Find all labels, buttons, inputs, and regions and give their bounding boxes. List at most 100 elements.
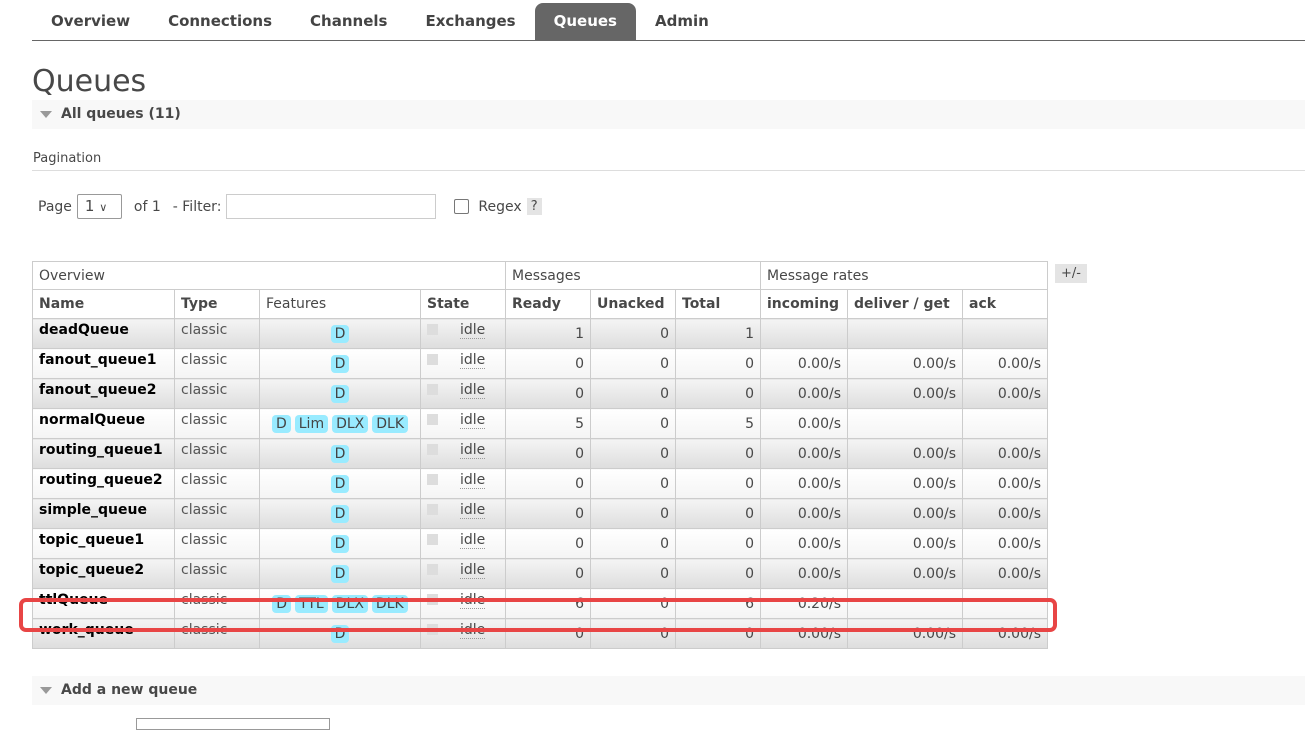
queue-name-link[interactable]: deadQueue	[32, 318, 175, 349]
ack-rate: 0.00/s	[962, 378, 1048, 409]
ack-rate	[962, 408, 1048, 439]
deliver-get-rate: 0.00/s	[847, 468, 963, 499]
ack-rate: 0.00/s	[962, 528, 1048, 559]
tab-queues[interactable]: Queues	[534, 3, 636, 40]
unacked-count: 0	[590, 378, 676, 409]
ready-count: 1	[505, 318, 591, 349]
deliver-get-rate: 0.00/s	[847, 558, 963, 589]
tab-channels[interactable]: Channels	[291, 3, 406, 40]
ready-count: 5	[505, 408, 591, 439]
col-total[interactable]: Total	[675, 289, 761, 319]
ready-count: 0	[505, 468, 591, 499]
state-indicator-icon	[427, 324, 438, 335]
incoming-rate: 0.00/s	[760, 408, 848, 439]
new-queue-type-select[interactable]	[136, 718, 330, 730]
unacked-count: 0	[590, 498, 676, 529]
total-count: 0	[675, 528, 761, 559]
queue-features: D	[259, 498, 421, 529]
incoming-rate: 0.00/s	[760, 438, 848, 469]
feature-badge: D	[330, 384, 350, 403]
state-label: idle	[460, 562, 486, 579]
group-messages: Messages	[505, 261, 761, 290]
queue-name-link[interactable]: simple_queue	[32, 498, 175, 529]
ack-rate: 0.00/s	[962, 468, 1048, 499]
table-row: fanout_queue1 classic D idle 0 0 0 0.00/…	[32, 348, 1048, 379]
queue-name-link[interactable]: normalQueue	[32, 408, 175, 439]
queue-type: classic	[174, 408, 260, 439]
regex-checkbox[interactable]	[454, 199, 470, 214]
incoming-rate: 0.00/s	[760, 378, 848, 409]
total-count: 0	[675, 438, 761, 469]
add-queue-toggle[interactable]: Add a new queue	[32, 676, 1305, 705]
col-type[interactable]: Type	[174, 289, 260, 319]
deliver-get-rate	[847, 408, 963, 439]
queue-type: classic	[174, 558, 260, 589]
table-row: simple_queue classic D idle 0 0 0 0.00/s…	[32, 498, 1048, 529]
tab-connections[interactable]: Connections	[149, 3, 291, 40]
column-toggle-button[interactable]: +/-	[1055, 264, 1087, 283]
feature-badge: D	[330, 324, 350, 343]
queue-features: D	[259, 468, 421, 499]
tab-overview[interactable]: Overview	[32, 3, 149, 40]
regex-help-button[interactable]: ?	[526, 198, 542, 215]
ack-rate: 0.00/s	[962, 558, 1048, 589]
feature-badge: DLK	[372, 414, 409, 433]
all-queues-toggle[interactable]: All queues (11)	[32, 100, 1305, 129]
state-label: idle	[460, 472, 486, 489]
total-count: 1	[675, 318, 761, 349]
tab-admin[interactable]: Admin	[636, 3, 728, 40]
incoming-rate: 0.00/s	[760, 348, 848, 379]
unacked-count: 0	[590, 528, 676, 559]
col-deliver-get[interactable]: deliver / get	[847, 289, 963, 319]
queue-name-link[interactable]: topic_queue2	[32, 558, 175, 589]
page-select[interactable]: 1 ∨	[76, 194, 122, 219]
unacked-count: 0	[590, 558, 676, 589]
highlight-box	[19, 598, 1057, 632]
filter-label: - Filter:	[172, 198, 222, 215]
queue-type: classic	[174, 468, 260, 499]
deliver-get-rate: 0.00/s	[847, 528, 963, 559]
unacked-count: 0	[590, 438, 676, 469]
state-label: idle	[460, 532, 486, 549]
total-count: 0	[675, 468, 761, 499]
state-indicator-icon	[427, 354, 438, 365]
regex-label: Regex	[478, 198, 522, 215]
queue-name-link[interactable]: routing_queue1	[32, 438, 175, 469]
page-label: Page	[38, 198, 72, 215]
queue-name-link[interactable]: fanout_queue1	[32, 348, 175, 379]
queue-state: idle	[420, 408, 506, 439]
col-ack[interactable]: ack	[962, 289, 1048, 319]
col-unacked[interactable]: Unacked	[590, 289, 676, 319]
filter-input[interactable]	[226, 194, 437, 219]
queue-type: classic	[174, 348, 260, 379]
total-count: 0	[675, 498, 761, 529]
table-row: topic_queue2 classic D idle 0 0 0 0.00/s…	[32, 558, 1048, 589]
incoming-rate: 0.00/s	[760, 558, 848, 589]
queue-name-link[interactable]: fanout_queue2	[32, 378, 175, 409]
queue-state: idle	[420, 558, 506, 589]
pagination-label: Pagination	[33, 151, 102, 166]
tab-exchanges[interactable]: Exchanges	[406, 3, 534, 40]
col-state[interactable]: State	[420, 289, 506, 319]
triangle-down-icon	[40, 110, 52, 118]
total-count: 0	[675, 348, 761, 379]
queue-type: classic	[174, 438, 260, 469]
state-indicator-icon	[427, 414, 438, 425]
state-label: idle	[460, 502, 486, 519]
queues-table: Overview Messages Message rates Name Typ…	[32, 261, 1048, 649]
col-incoming[interactable]: incoming	[760, 289, 848, 319]
queue-features: D	[259, 318, 421, 349]
feature-badge: D	[330, 474, 350, 493]
state-label: idle	[460, 412, 486, 429]
queue-name-link[interactable]: topic_queue1	[32, 528, 175, 559]
queue-state: idle	[420, 378, 506, 409]
deliver-get-rate: 0.00/s	[847, 438, 963, 469]
state-label: idle	[460, 442, 486, 459]
queue-name-link[interactable]: routing_queue2	[32, 468, 175, 499]
queue-type: classic	[174, 528, 260, 559]
col-ready[interactable]: Ready	[505, 289, 591, 319]
triangle-down-icon	[40, 686, 52, 694]
feature-badge: D	[330, 534, 350, 553]
col-name[interactable]: Name	[32, 289, 175, 319]
page-title: Queues	[32, 64, 147, 99]
